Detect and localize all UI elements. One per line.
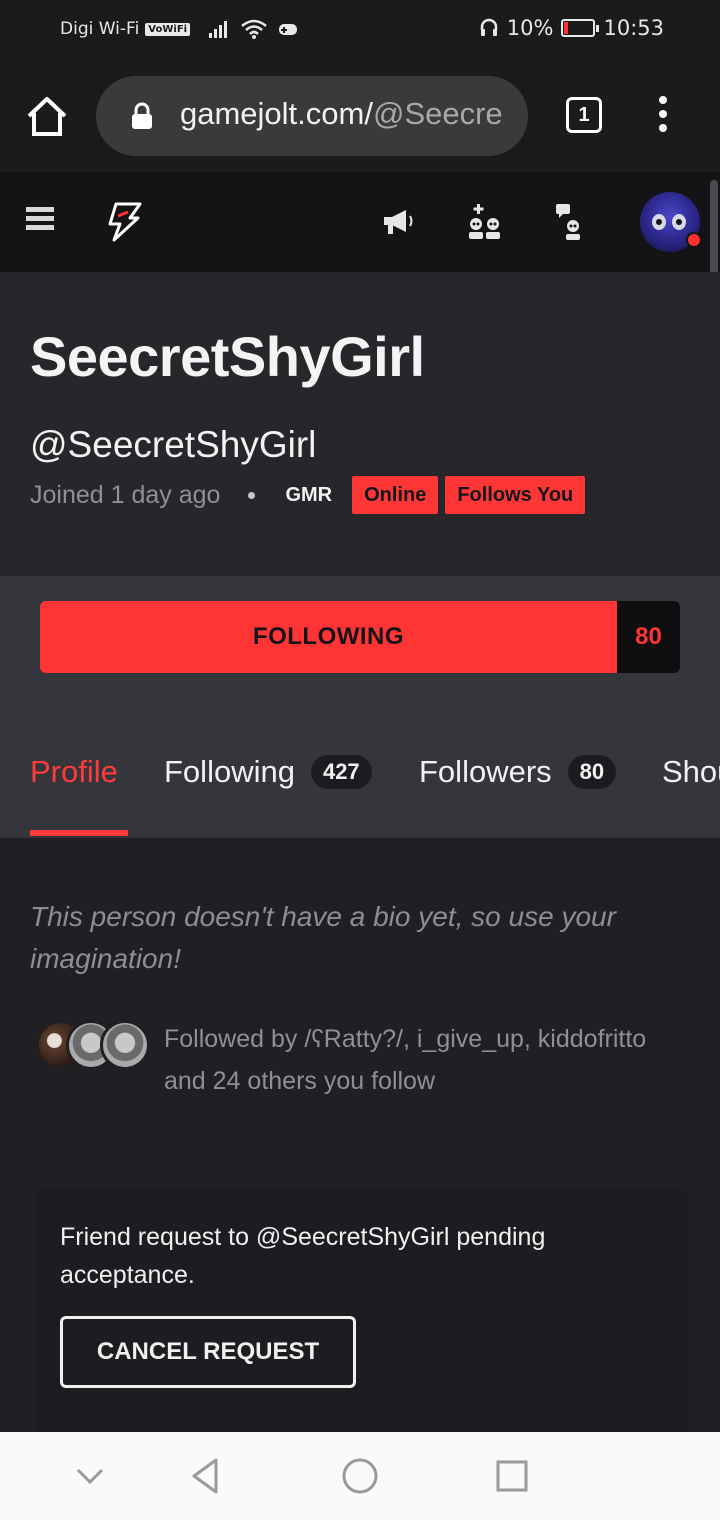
profile-meta: Joined 1 day ago GMR Online Follows You	[30, 476, 592, 514]
url-text: gamejolt.com/@Seecre	[180, 96, 510, 132]
profile-header: SeecretShyGirl @SeecretShyGirl Joined 1 …	[0, 272, 720, 576]
home-icon[interactable]	[24, 94, 70, 140]
username: @SeecretShyGirl	[30, 424, 317, 465]
friend-request-text: Friend request to @SeecretShyGirl pendin…	[60, 1223, 546, 1289]
system-nav-bar	[0, 1432, 720, 1520]
hamburger-menu-icon[interactable]	[26, 207, 54, 231]
battery-percent: 10%	[506, 16, 554, 40]
online-tag: Online	[352, 476, 439, 514]
gamepad-icon	[279, 24, 298, 35]
site-nav	[0, 172, 720, 272]
mutual-avatars	[36, 1020, 156, 1072]
tab-label: Shou	[662, 754, 720, 789]
url-host: gamejolt.com/	[180, 96, 373, 131]
follower-count-badge[interactable]: 80	[617, 601, 680, 673]
status-right: 10% 10:53	[479, 16, 664, 40]
friend-request-card: Friend request to @SeecretShyGirl pendin…	[34, 1190, 688, 1432]
address-bar[interactable]: gamejolt.com/@Seecre	[96, 76, 528, 156]
carrier-label: Digi Wi-Fi	[60, 19, 140, 39]
followed-by[interactable]: Followed by /ʕRatty?/, i_give_up, kiddof…	[30, 1018, 690, 1108]
tab-shouts[interactable]: Shou	[662, 754, 720, 790]
followed-by-text: Followed by /ʕRatty?/, i_give_up, kiddof…	[164, 1025, 647, 1095]
chat-icon[interactable]	[552, 202, 592, 242]
browser-toolbar: gamejolt.com/@Seecre 1	[0, 62, 720, 172]
tab-label: Profile	[30, 754, 118, 789]
signal-icon	[209, 21, 228, 38]
tabs-button[interactable]: 1	[566, 97, 602, 133]
url-path: @Seecre	[372, 96, 503, 131]
gamejolt-logo-icon[interactable]	[104, 202, 142, 242]
tab-label: Following	[164, 754, 295, 789]
following-button[interactable]: FOLLOWING 80	[40, 601, 680, 673]
follows-you-tag: Follows You	[445, 476, 586, 514]
bio-text: This person doesn't have a bio yet, so u…	[30, 901, 616, 974]
clock: 10:53	[603, 16, 664, 40]
chevron-down-icon[interactable]	[68, 1454, 112, 1498]
tab-profile[interactable]: Profile	[30, 754, 118, 790]
rank-label: GMR	[285, 483, 333, 506]
profile-content: This person doesn't have a bio yet, so u…	[0, 838, 720, 1432]
battery-icon	[561, 19, 600, 37]
user-avatar[interactable]	[640, 192, 702, 252]
joined-date: Joined 1 day ago	[30, 480, 221, 509]
cancel-request-button[interactable]: CANCEL REQUEST	[60, 1316, 356, 1388]
separator-dot	[248, 491, 256, 499]
lock-icon	[132, 102, 152, 129]
headset-icon	[480, 18, 498, 36]
tab-followers[interactable]: Followers 80	[419, 754, 617, 790]
notification-dot	[686, 232, 702, 248]
profile-tabs: Profile Following 427 Followers 80 Shou	[0, 746, 720, 838]
followers-count-badge: 80	[567, 755, 617, 789]
follow-section: FOLLOWING 80 Profile Following 427 Follo…	[0, 576, 720, 838]
announcement-icon[interactable]	[378, 202, 418, 242]
recents-icon[interactable]	[490, 1454, 534, 1498]
vowifi-badge: VoWiFi	[145, 22, 191, 36]
tab-label: Followers	[419, 754, 552, 789]
active-tab-indicator	[30, 830, 128, 836]
tab-following[interactable]: Following 427	[164, 754, 372, 790]
status-left: Digi Wi-Fi VoWiFi	[60, 18, 298, 40]
avatar-eye-left	[652, 214, 666, 230]
more-menu-icon[interactable]	[655, 96, 671, 136]
following-count-badge: 427	[310, 755, 372, 789]
friend-requests-icon[interactable]	[465, 202, 505, 242]
back-icon[interactable]	[184, 1454, 228, 1498]
home-circle-icon[interactable]	[338, 1454, 382, 1498]
status-bar: Digi Wi-Fi VoWiFi 10% 10:53	[0, 0, 720, 62]
following-button-label[interactable]: FOLLOWING	[40, 601, 617, 673]
avatar	[100, 1020, 150, 1070]
avatar-eye-right	[672, 214, 686, 230]
wifi-icon	[241, 19, 267, 39]
display-name: SeecretShyGirl	[30, 325, 425, 388]
